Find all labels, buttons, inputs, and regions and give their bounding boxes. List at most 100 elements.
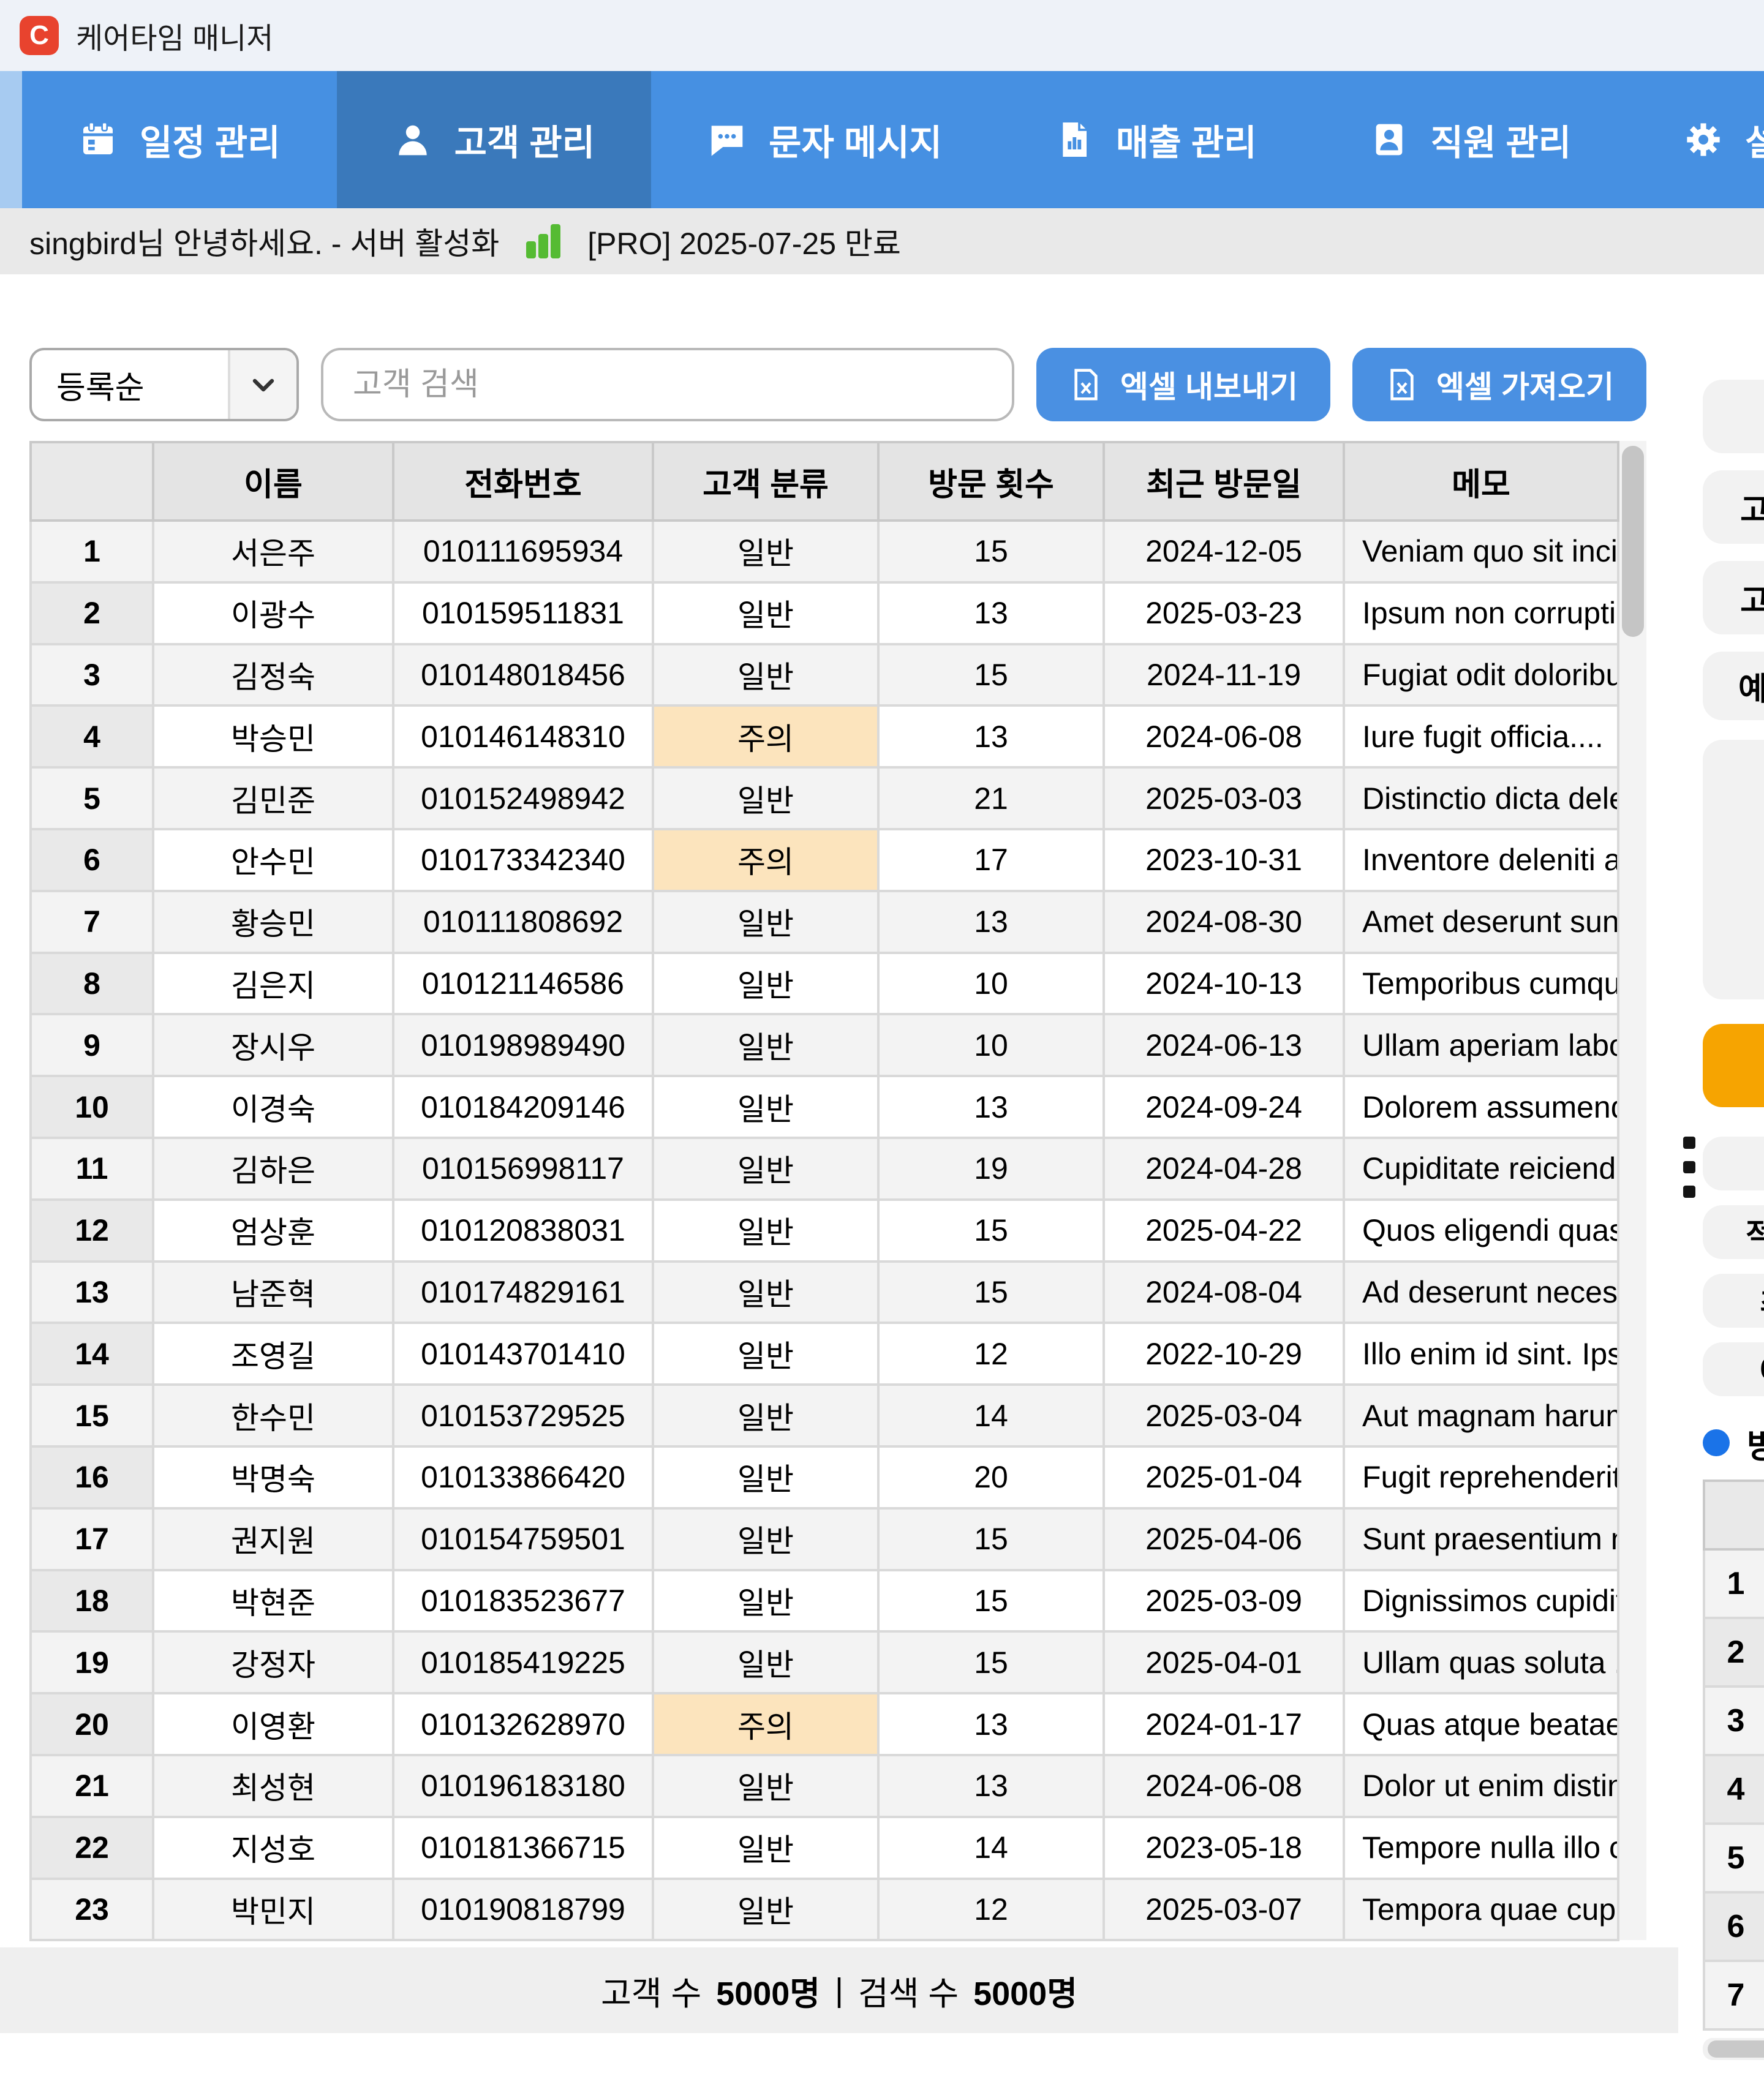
panel-splitter-handle[interactable] — [1683, 1137, 1695, 1198]
cell-last-visit: 2022-10-29 — [1104, 1323, 1344, 1385]
excel-import-button[interactable]: 엑셀 가져오기 — [1352, 348, 1646, 421]
customer-row[interactable]: 9장시우010198989490일반102024-06-13Ullam aper… — [31, 1014, 1618, 1076]
cell-visits: 13 — [878, 1076, 1104, 1138]
column-header[interactable]: 이름 — [153, 442, 393, 521]
cell-type: 일반 — [653, 1385, 878, 1446]
visit-row[interactable]: 22024-11-24허지아서비스 613,716원지정오후 2:10카드 — [1704, 1618, 1764, 1687]
visit-row[interactable]: 52023-08-15김주원서비스 223,314원지정오후 12:00이체 — [1704, 1824, 1764, 1892]
visit-row-number: 3 — [1704, 1687, 1764, 1755]
cell-last-visit: 2025-04-22 — [1104, 1200, 1344, 1262]
footer-separator: | — [835, 1971, 843, 2009]
cell-name: 황승민 — [153, 891, 393, 953]
customer-row[interactable]: 1서은주010111695934일반152024-12-05Veniam quo… — [31, 521, 1618, 582]
column-header[interactable]: 메모 — [1344, 442, 1618, 521]
excel-export-button[interactable]: 엑셀 내보내기 — [1036, 348, 1330, 421]
cell-last-visit: 2023-10-31 — [1104, 829, 1344, 891]
visit-row-number: 7 — [1704, 1961, 1764, 2029]
customer-row[interactable]: 4박승민010146148310주의132024-06-08Iure fugit… — [31, 705, 1618, 767]
cell-visits: 13 — [878, 891, 1104, 953]
column-header[interactable]: 전화번호 — [393, 442, 653, 521]
cell-type: 주의 — [653, 705, 878, 767]
cell-last-visit: 2025-03-04 — [1104, 1385, 1344, 1446]
customer-row[interactable]: 21최성현010196183180일반132024-06-08Dolor ut … — [31, 1755, 1618, 1817]
sort-select[interactable]: 등록순 — [29, 348, 299, 421]
customer-row[interactable]: 8김은지010121146586일반102024-10-13Temporibus… — [31, 953, 1618, 1015]
nav-tab-2[interactable]: 고객 관리 — [337, 71, 652, 208]
cell-phone: 010154759501 — [393, 1508, 653, 1570]
visit-table-hscrollbar[interactable] — [1703, 2038, 1764, 2060]
cell-last-visit: 2025-03-23 — [1104, 582, 1344, 644]
cell-type: 일반 — [653, 891, 878, 953]
visit-history-title: 방문 이력 — [1747, 1419, 1764, 1467]
visit-row[interactable]: 62023-08-07양준혁서비스 1027,549원지정오전 11:50카드 — [1704, 1892, 1764, 1961]
cell-type: 일반 — [653, 1138, 878, 1200]
cell-type: 일반 — [653, 1076, 878, 1138]
customer-row[interactable]: 6안수민010173342340주의172023-10-31Inventore … — [31, 829, 1618, 891]
customer-row[interactable]: 19강정자010185419225일반152025-04-01Ullam qua… — [31, 1631, 1618, 1693]
column-header[interactable]: 최근 방문일 — [1104, 442, 1344, 521]
cell-memo: Illo enim id sint. Ipsa officia eo... — [1344, 1323, 1618, 1385]
customer-row[interactable]: 20이영환010132628970주의132024-01-17Quas atqu… — [31, 1693, 1618, 1755]
visit-row[interactable]: 12024-12-05유성수서비스 515,731원배정오후 3:30현금 — [1704, 1549, 1764, 1618]
customer-row[interactable]: 11김하은010156998117일반192024-04-28Cupiditat… — [31, 1138, 1618, 1200]
customer-row[interactable]: 5김민준010152498942일반212025-03-03Distinctio… — [31, 767, 1618, 829]
customer-row[interactable]: 3김정숙010148018456일반152024-11-19Fugiat odi… — [31, 644, 1618, 706]
cell-phone: 010183523677 — [393, 1570, 653, 1632]
customer-row[interactable]: 10이경숙010184209146일반132024-09-24Dolorem a… — [31, 1076, 1618, 1138]
customer-row[interactable]: 22지성호010181366715일반142023-05-18Tempore n… — [31, 1817, 1618, 1879]
nav-tab-4[interactable]: 매출 관리 — [998, 71, 1313, 208]
nav-tab-label: 직원 관리 — [1431, 114, 1572, 165]
row-number: 7 — [31, 891, 153, 953]
customer-toolbar: 등록순 엑셀 내보내기 엑셀 가져오기 — [29, 348, 1646, 421]
column-header[interactable]: 고객 분류 — [653, 442, 878, 521]
cell-memo: Temporibus cumque explicabo... — [1344, 953, 1618, 1015]
row-number: 11 — [31, 1138, 153, 1200]
customer-row[interactable]: 18박현준010183523677일반152025-03-09Dignissim… — [31, 1570, 1618, 1632]
cell-phone: 010190818799 — [393, 1879, 653, 1941]
cell-name: 박승민 — [153, 705, 393, 767]
nav-tab-6[interactable]: 설정 — [1627, 71, 1764, 208]
customer-row[interactable]: 14조영길010143701410일반122022-10-29Illo enim… — [31, 1323, 1618, 1385]
customer-row[interactable]: 13남준혁010174829161일반152024-08-04Ad deseru… — [31, 1262, 1618, 1323]
send-sms-button[interactable]: 문자 메시지 보내기 — [1703, 1024, 1764, 1107]
visit-row[interactable]: 42023-12-23허지아서비스 78,087원배정오후 12:50카드 — [1704, 1755, 1764, 1824]
nav-tab-label: 일정 관리 — [140, 114, 281, 165]
grade-label: 고객 등급 — [1703, 561, 1764, 634]
cell-memo: Tempora quae cupiditate culp... — [1344, 1879, 1618, 1941]
cell-name: 장시우 — [153, 1014, 393, 1076]
stat-item: 최근 방문2024-12-05 — [1703, 1274, 1764, 1328]
cell-visits: 13 — [878, 582, 1104, 644]
cell-phone: 010121146586 — [393, 953, 653, 1015]
customer-row[interactable]: 17권지원010154759501일반152025-04-06Sunt prae… — [31, 1508, 1618, 1570]
excel-icon — [1385, 367, 1419, 402]
stat-label: 적립 포인트 — [1703, 1205, 1764, 1259]
name-label: 이름 — [1703, 380, 1764, 453]
customer-row[interactable]: 7황승민010111808692일반132024-08-30Amet deser… — [31, 891, 1618, 953]
cell-visits: 15 — [878, 1262, 1104, 1323]
customer-table-scrollbar[interactable] — [1619, 441, 1646, 1940]
cell-name: 엄상훈 — [153, 1200, 393, 1262]
customer-row[interactable]: 23박민지010190818799일반122025-03-07Tempora q… — [31, 1879, 1618, 1941]
cell-type: 일반 — [653, 644, 878, 706]
customer-row[interactable]: 12엄상훈010120838031일반152025-04-22Quos elig… — [31, 1200, 1618, 1262]
customer-search-input[interactable] — [321, 348, 1014, 421]
nav-tab-1[interactable]: 일정 관리 — [22, 71, 337, 208]
cell-last-visit: 2025-03-03 — [1104, 767, 1344, 829]
nav-tab-3[interactable]: 문자 메시지 — [651, 71, 998, 208]
visit-row[interactable]: 32024-01-08김주원서비스 812,225원지정오후 4:10이체 — [1704, 1687, 1764, 1755]
stat-item: 적립 포인트0P — [1703, 1205, 1764, 1259]
visit-row[interactable]: 72022-04-11유성수서비스 918,877원지정오전 11:20이체 — [1704, 1961, 1764, 2029]
cell-last-visit: 2024-12-05 — [1104, 521, 1344, 582]
cell-memo: Ullam aperiam laboriosam. ... — [1344, 1014, 1618, 1076]
main-content: 등록순 엑셀 내보내기 엑셀 가져오기 이름전화번호고객 분류방문 횟수최근 방… — [0, 274, 1764, 2087]
column-header[interactable]: 방문 횟수 — [878, 442, 1104, 521]
customer-row[interactable]: 15한수민010153729525일반142025-03-04Aut magna… — [31, 1385, 1618, 1446]
customer-row[interactable]: 16박명숙010133866420일반202025-01-04Fugit rep… — [31, 1446, 1618, 1508]
cell-type: 일반 — [653, 1262, 878, 1323]
row-number: 1 — [31, 521, 153, 582]
nav-tab-5[interactable]: 직원 관리 — [1313, 71, 1628, 208]
cell-memo: Ad deserunt necessitatibus. Hi... — [1344, 1262, 1618, 1323]
cell-last-visit: 2024-08-04 — [1104, 1262, 1344, 1323]
customer-row[interactable]: 2이광수010159511831일반132025-03-23Ipsum non … — [31, 582, 1618, 644]
cell-memo: Inventore deleniti architecto ... — [1344, 829, 1618, 891]
